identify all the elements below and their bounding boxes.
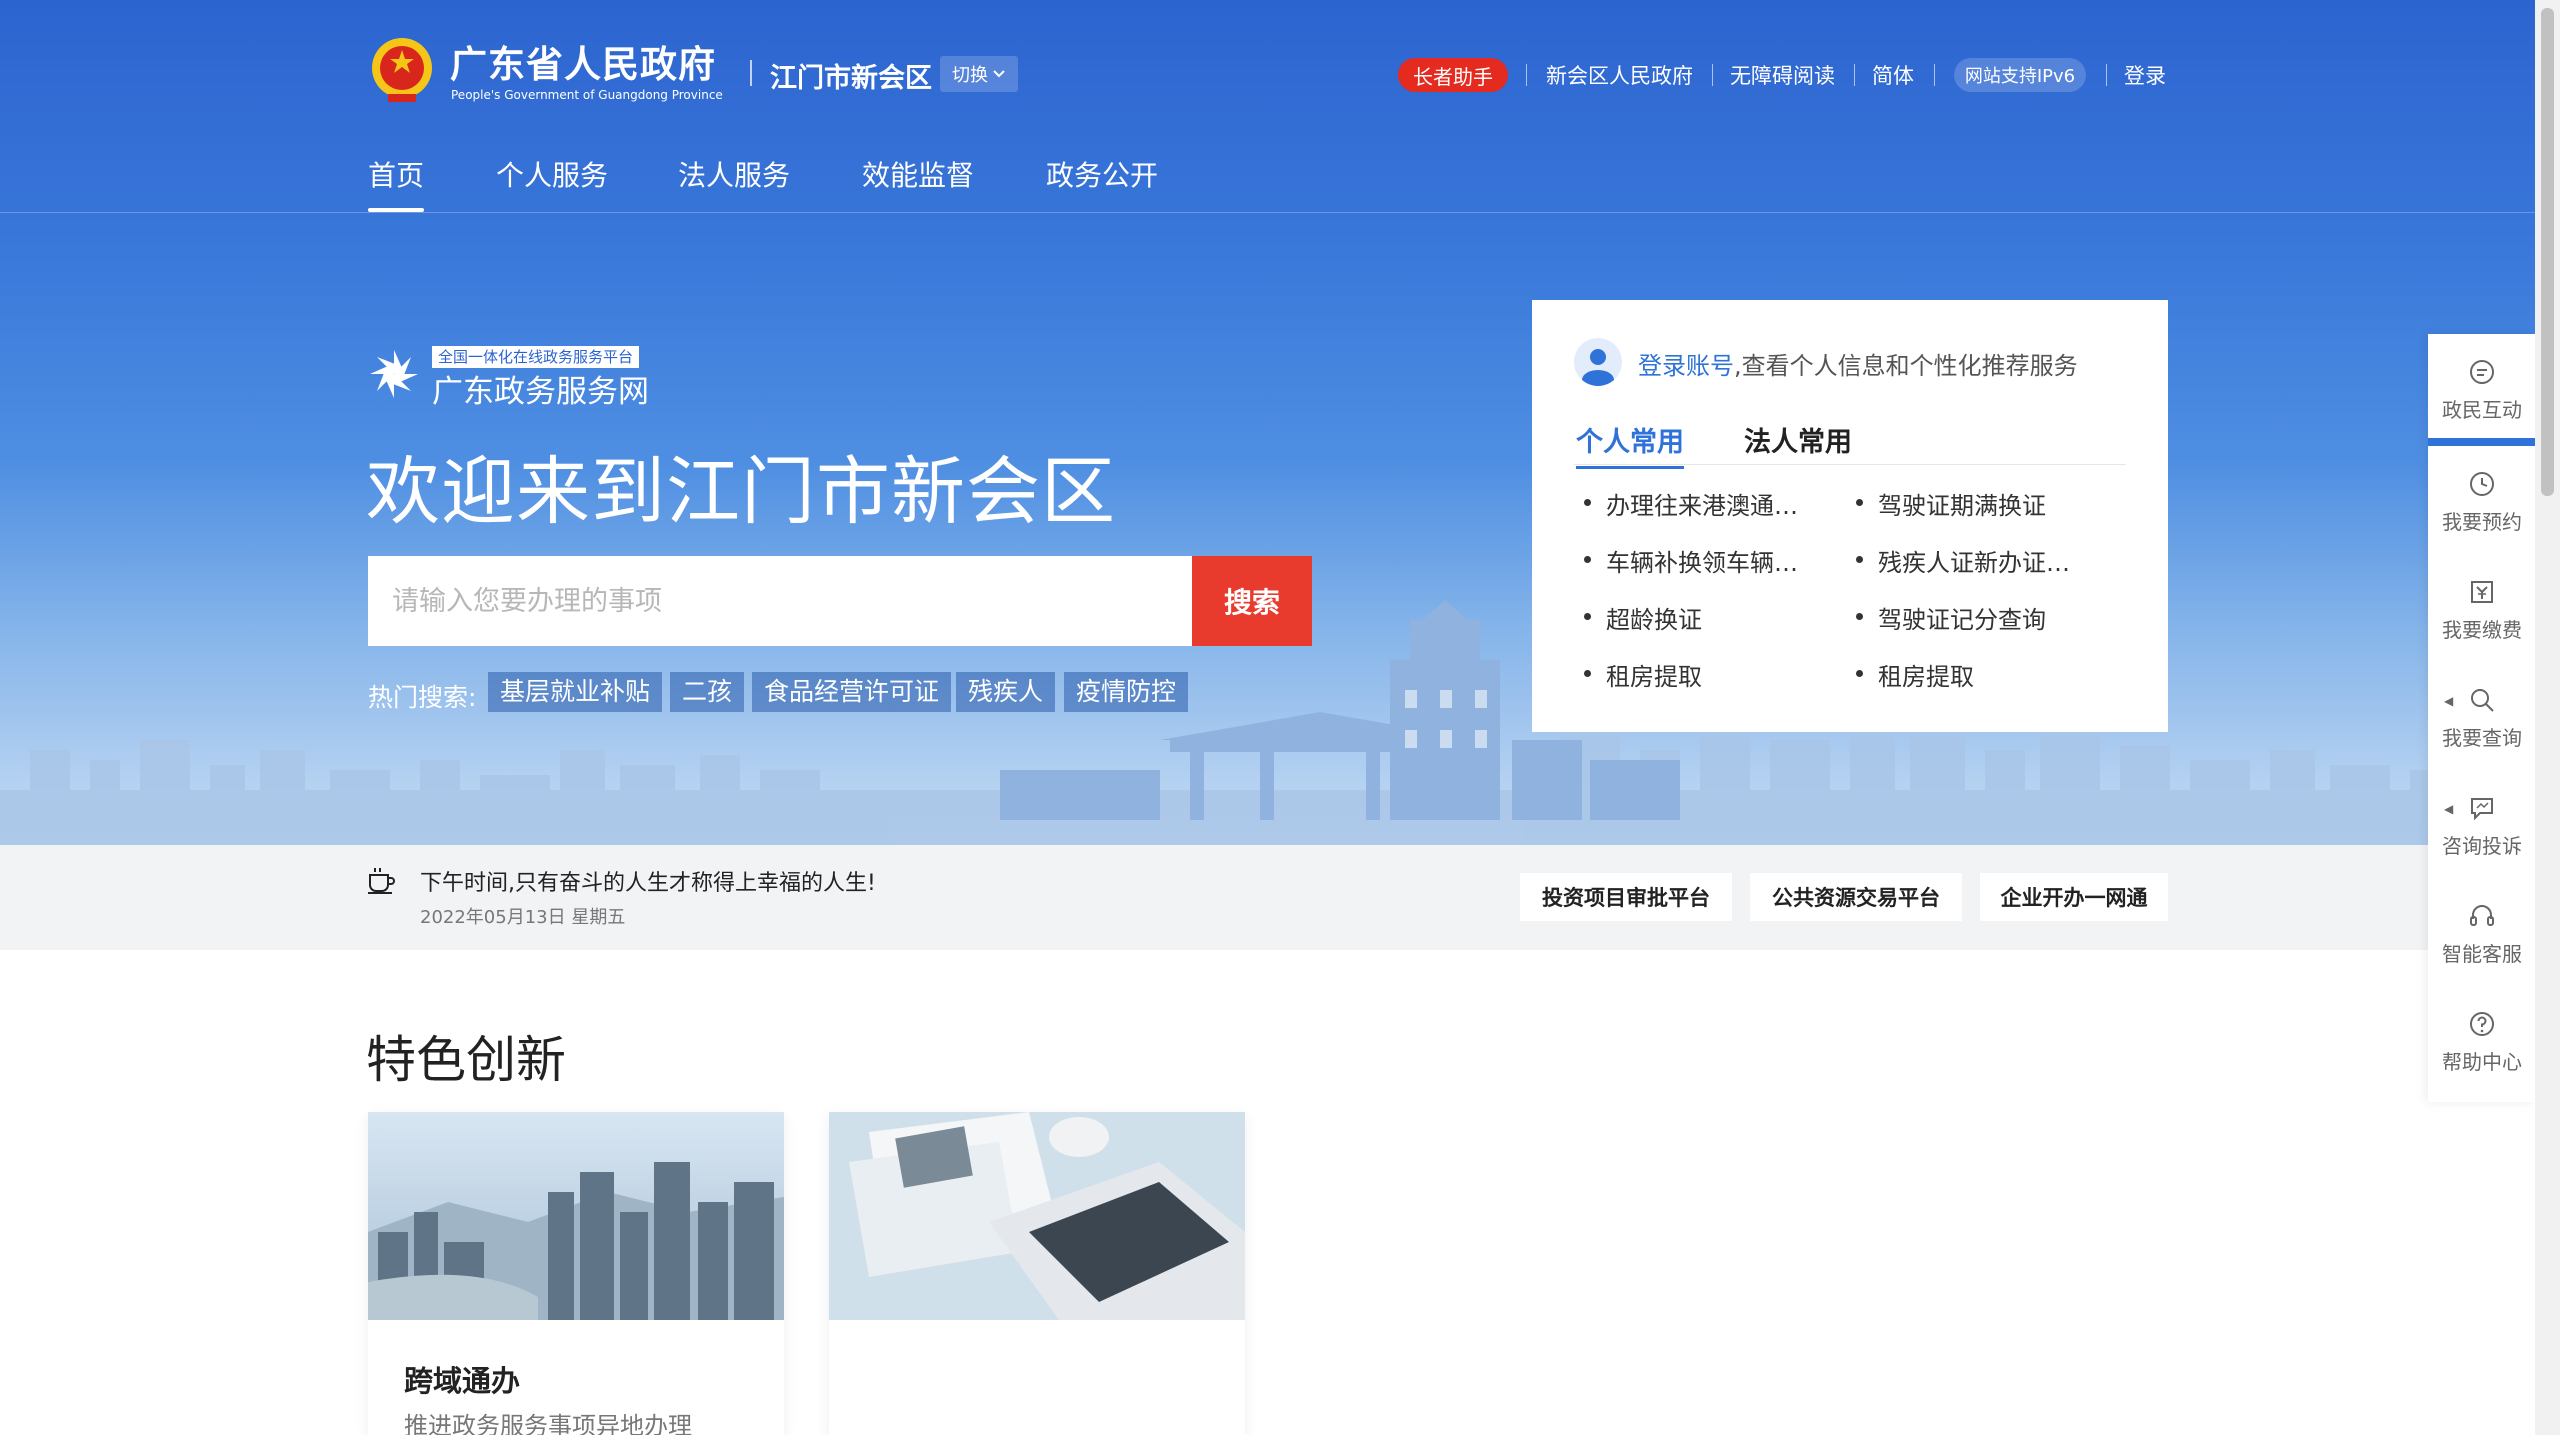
question-circle-icon (2470, 1012, 2494, 1036)
city-photo-image (368, 1112, 784, 1320)
switch-label: 切换 (952, 65, 988, 86)
card-title: 跨域通办 (404, 1364, 521, 1398)
login-link[interactable]: 登录 (2124, 60, 2166, 90)
gov-subtitle: People's Government of Guangdong Provinc… (451, 88, 723, 102)
service-link[interactable]: 租房提取 (1582, 657, 1818, 692)
hot-search-tag[interactable]: 残疾人 (956, 672, 1056, 712)
nav-efficiency-supervision[interactable]: 效能监督 (862, 154, 974, 194)
hot-search-tag[interactable]: 食品经营许可证 (752, 672, 952, 712)
scrollbar-thumb[interactable] (2541, 8, 2554, 496)
service-link[interactable]: 残疾人证新办证申请 (1854, 543, 2090, 578)
tab-corporate-common[interactable]: 法人常用 (1744, 420, 1852, 459)
pinwheel-logo-icon (370, 350, 418, 398)
ipv6-badge: 网站支持IPv6 (1954, 58, 2086, 92)
hot-search-tag[interactable]: 二孩 (670, 672, 745, 712)
investment-platform-button[interactable]: 投资项目审批平台 (1520, 873, 1732, 921)
search-button[interactable]: 搜索 (1192, 556, 1312, 646)
clock-icon (2470, 472, 2494, 496)
hero-banner: 广东省人民政府 People's Government of Guangdong… (0, 0, 2535, 845)
nav-government-affairs[interactable]: 政务公开 (1046, 154, 1158, 194)
card-description: 推进政务服务事项异地办理 (404, 1412, 692, 1435)
float-label: 我要缴费 (2442, 618, 2522, 642)
laptop-documents-image (829, 1112, 1245, 1320)
float-active-divider (2428, 438, 2536, 446)
float-item-help-center[interactable]: 帮助中心 (2428, 986, 2536, 1094)
chevron-down-icon (993, 70, 1005, 78)
main-nav: 首页 个人服务 法人服务 效能监督 政务公开 (0, 140, 2535, 212)
login-prompt: 登录账号,查看个人信息和个性化推荐服务 (1638, 346, 2078, 381)
caret-left-icon: ◀ (2444, 802, 2454, 816)
nav-personal-services[interactable]: 个人服务 (496, 154, 608, 194)
region-name: 江门市新会区 (770, 63, 932, 94)
hot-search-label: 热门搜索: (368, 683, 477, 712)
login-account-link[interactable]: 登录账号 (1638, 352, 1734, 380)
date-text: 2022年05月13日 星期五 (420, 907, 626, 928)
link-district-government[interactable]: 新会区人民政府 (1546, 60, 1693, 90)
welcome-heading: 欢迎来到江门市新会区 (366, 449, 1116, 535)
float-label: 帮助中心 (2442, 1050, 2522, 1074)
float-label: 智能客服 (2442, 942, 2522, 966)
complaint-chat-icon (2471, 798, 2493, 821)
coffee-cup-icon (368, 868, 395, 894)
headset-icon (2470, 905, 2494, 926)
service-link[interactable]: 办理往来港澳通行证 (1582, 486, 1818, 521)
user-avatar-icon (1582, 349, 1614, 386)
float-item-complaint[interactable]: ◀ 咨询投诉 (2428, 770, 2536, 878)
common-services-panel: 登录账号,查看个人信息和个性化推荐服务 个人常用 法人常用 办理往来港澳通行证 … (1532, 300, 2168, 732)
nav-corporate-services[interactable]: 法人服务 (678, 154, 790, 194)
public-resource-platform-button[interactable]: 公共资源交易平台 (1750, 873, 1962, 921)
float-label: 我要查询 (2442, 726, 2522, 750)
search-input[interactable] (368, 556, 1192, 646)
float-item-appointment[interactable]: 我要预约 (2428, 446, 2536, 554)
greeting-text: 下午时间,只有奋斗的人生才称得上幸福的人生! (420, 871, 876, 896)
top-link-divider (1854, 64, 1855, 86)
hot-search-tag[interactable]: 基层就业补贴 (488, 672, 663, 712)
right-float-toolbar: 政民互动 我要预约 我要缴费 ◀ 我要查询 ◀ 咨询投诉 智能客服 帮助中心 (2428, 334, 2536, 1102)
header-divider (750, 60, 752, 86)
service-link[interactable]: 车辆补换领车辆行驶证 (1582, 543, 1818, 578)
platform-name: 广东政务服务网 (432, 374, 649, 410)
elder-assistant-button[interactable]: 长者助手 (1398, 58, 1508, 92)
float-item-query[interactable]: ◀ 我要查询 (2428, 662, 2536, 770)
info-bar: 下午时间,只有奋斗的人生才称得上幸福的人生! 2022年05月13日 星期五 投… (0, 845, 2535, 950)
float-item-interaction[interactable]: 政民互动 (2428, 334, 2536, 442)
service-link[interactable]: 驾驶证期满换证 (1854, 486, 2090, 521)
link-simplified-chinese[interactable]: 简体 (1872, 60, 1914, 90)
service-link[interactable]: 驾驶证记分查询 (1854, 600, 2090, 635)
message-bubble-icon (2470, 360, 2494, 384)
business-startup-button[interactable]: 企业开办一网通 (1980, 873, 2168, 921)
top-link-divider (1712, 64, 1713, 86)
platform-tag: 全国一体化在线政务服务平台 (432, 346, 640, 368)
service-link[interactable]: 租房提取 (1854, 657, 2090, 692)
login-prompt-text: ,查看个人信息和个性化推荐服务 (1734, 352, 2078, 380)
yuan-payment-icon (2471, 581, 2493, 603)
hot-search-tag[interactable]: 疫情防控 (1064, 672, 1189, 712)
service-link[interactable]: 超龄换证 (1582, 600, 1818, 635)
caret-left-icon: ◀ (2444, 694, 2454, 708)
tab-personal-common[interactable]: 个人常用 (1576, 420, 1684, 469)
region-switch-button[interactable]: 切换 (940, 56, 1018, 92)
float-label: 政民互动 (2442, 398, 2522, 422)
float-label: 我要预约 (2442, 510, 2522, 534)
national-emblem-icon[interactable] (368, 34, 436, 106)
gov-title[interactable]: 广东省人民政府 (450, 34, 716, 88)
link-accessibility[interactable]: 无障碍阅读 (1730, 60, 1835, 90)
top-link-divider (1526, 64, 1527, 86)
feature-section-title: 特色创新 (366, 1031, 566, 1089)
float-label: 咨询投诉 (2442, 834, 2522, 858)
tab-divider (1574, 464, 2126, 465)
search-icon (2471, 689, 2494, 712)
nav-divider (0, 212, 2535, 213)
nav-home[interactable]: 首页 (368, 154, 425, 212)
feature-card[interactable]: 跨域通办 推进政务服务事项异地办理 (368, 1112, 784, 1435)
top-link-divider (2106, 64, 2107, 86)
avatar (1574, 338, 1622, 386)
top-link-divider (1934, 64, 1935, 86)
float-item-payment[interactable]: 我要缴费 (2428, 554, 2536, 662)
feature-card[interactable] (829, 1112, 1245, 1435)
float-item-customer-service[interactable]: 智能客服 (2428, 878, 2536, 986)
